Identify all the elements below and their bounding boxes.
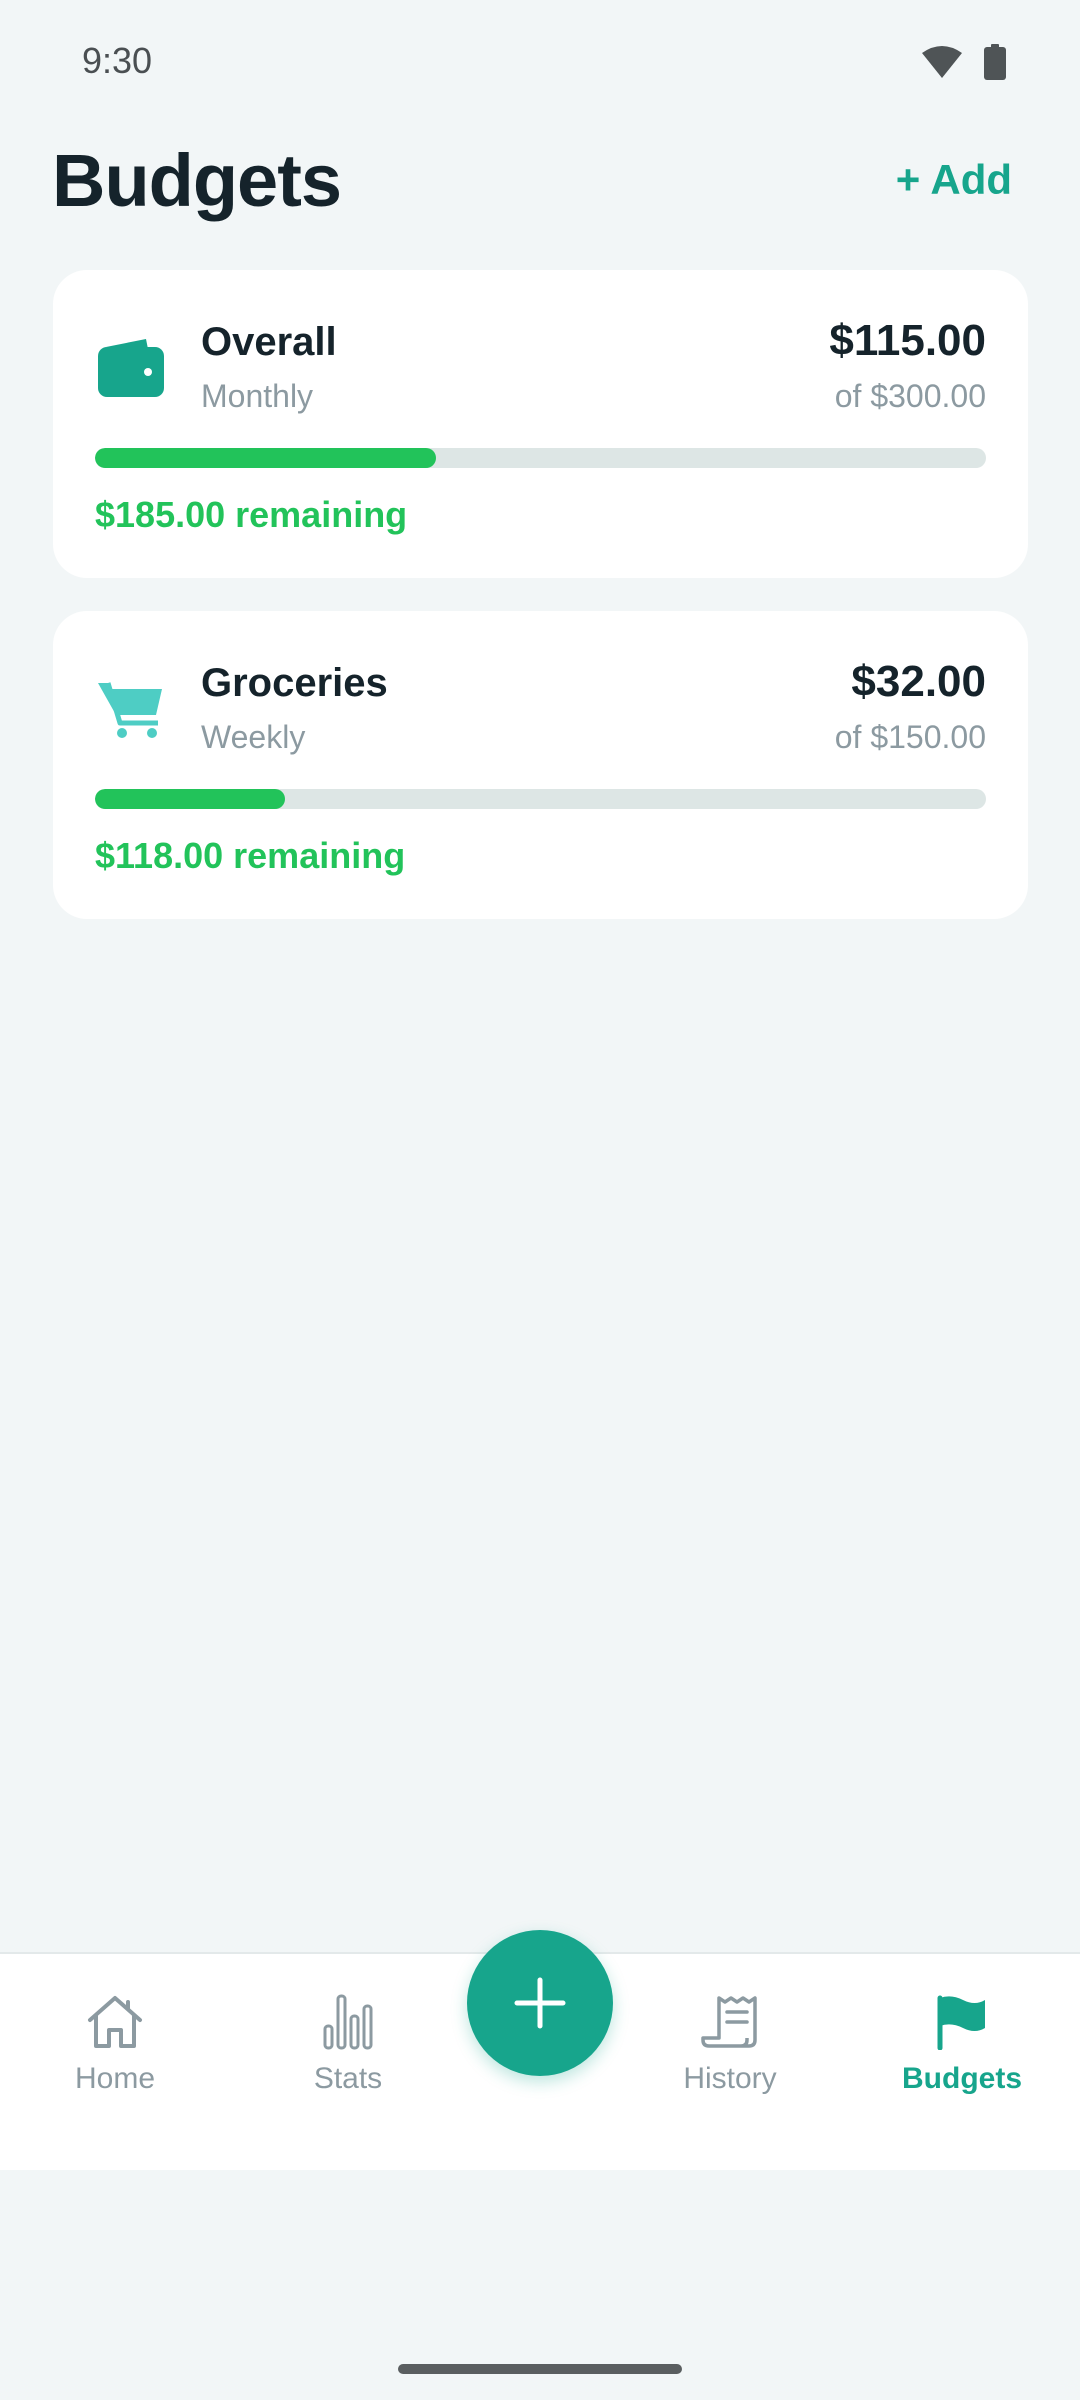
home-indicator bbox=[398, 2364, 682, 2374]
budget-progress-fill bbox=[95, 448, 437, 468]
budget-period: Weekly bbox=[201, 719, 306, 755]
nav-label: Budgets bbox=[902, 2062, 1022, 2095]
receipt-icon bbox=[701, 1986, 759, 2050]
add-budget-button[interactable]: + Add bbox=[896, 156, 1012, 204]
page-title: Budgets bbox=[52, 139, 342, 222]
budget-card-groceries[interactable]: Groceries Weekly $32.00 of $150.00 $118.… bbox=[53, 611, 1028, 919]
budget-name: Groceries bbox=[201, 661, 388, 705]
nav-label: History bbox=[683, 2062, 777, 2095]
budget-card-overall[interactable]: Overall Monthly $115.00 of $300.00 $185.… bbox=[53, 270, 1028, 578]
budget-period: Monthly bbox=[201, 378, 314, 414]
budget-name: Overall bbox=[201, 320, 337, 364]
cart-icon bbox=[95, 673, 167, 745]
nav-item-history[interactable]: History bbox=[630, 1986, 830, 2096]
budget-limit: of $150.00 bbox=[834, 719, 986, 755]
budget-remaining: $118.00 remaining bbox=[95, 835, 406, 876]
budget-progress-bar bbox=[95, 448, 986, 468]
flag-icon bbox=[937, 1986, 987, 2050]
budget-limit: of $300.00 bbox=[834, 378, 986, 414]
bar-chart-icon bbox=[323, 1986, 373, 2050]
home-icon bbox=[86, 1986, 144, 2050]
battery-icon bbox=[984, 44, 1006, 85]
nav-item-stats[interactable]: Stats bbox=[248, 1986, 448, 2096]
wifi-icon bbox=[922, 45, 962, 84]
nav-item-home[interactable]: Home bbox=[15, 1986, 215, 2096]
status-icons bbox=[922, 44, 1006, 85]
status-bar: 9:30 bbox=[0, 0, 1080, 126]
budget-progress-bar bbox=[95, 789, 986, 809]
budget-spent: $32.00 bbox=[851, 657, 986, 706]
status-time: 9:30 bbox=[82, 40, 153, 81]
nav-item-budgets[interactable]: Budgets bbox=[862, 1986, 1062, 2096]
add-transaction-fab[interactable] bbox=[467, 1930, 613, 2076]
budget-remaining: $185.00 remaining bbox=[95, 494, 408, 535]
nav-label: Home bbox=[74, 2062, 156, 2095]
budget-spent: $115.00 bbox=[829, 316, 986, 365]
plus-icon bbox=[514, 1977, 566, 2029]
wallet-icon bbox=[95, 332, 167, 404]
nav-label: Stats bbox=[313, 2062, 383, 2095]
budget-progress-fill bbox=[95, 789, 285, 809]
